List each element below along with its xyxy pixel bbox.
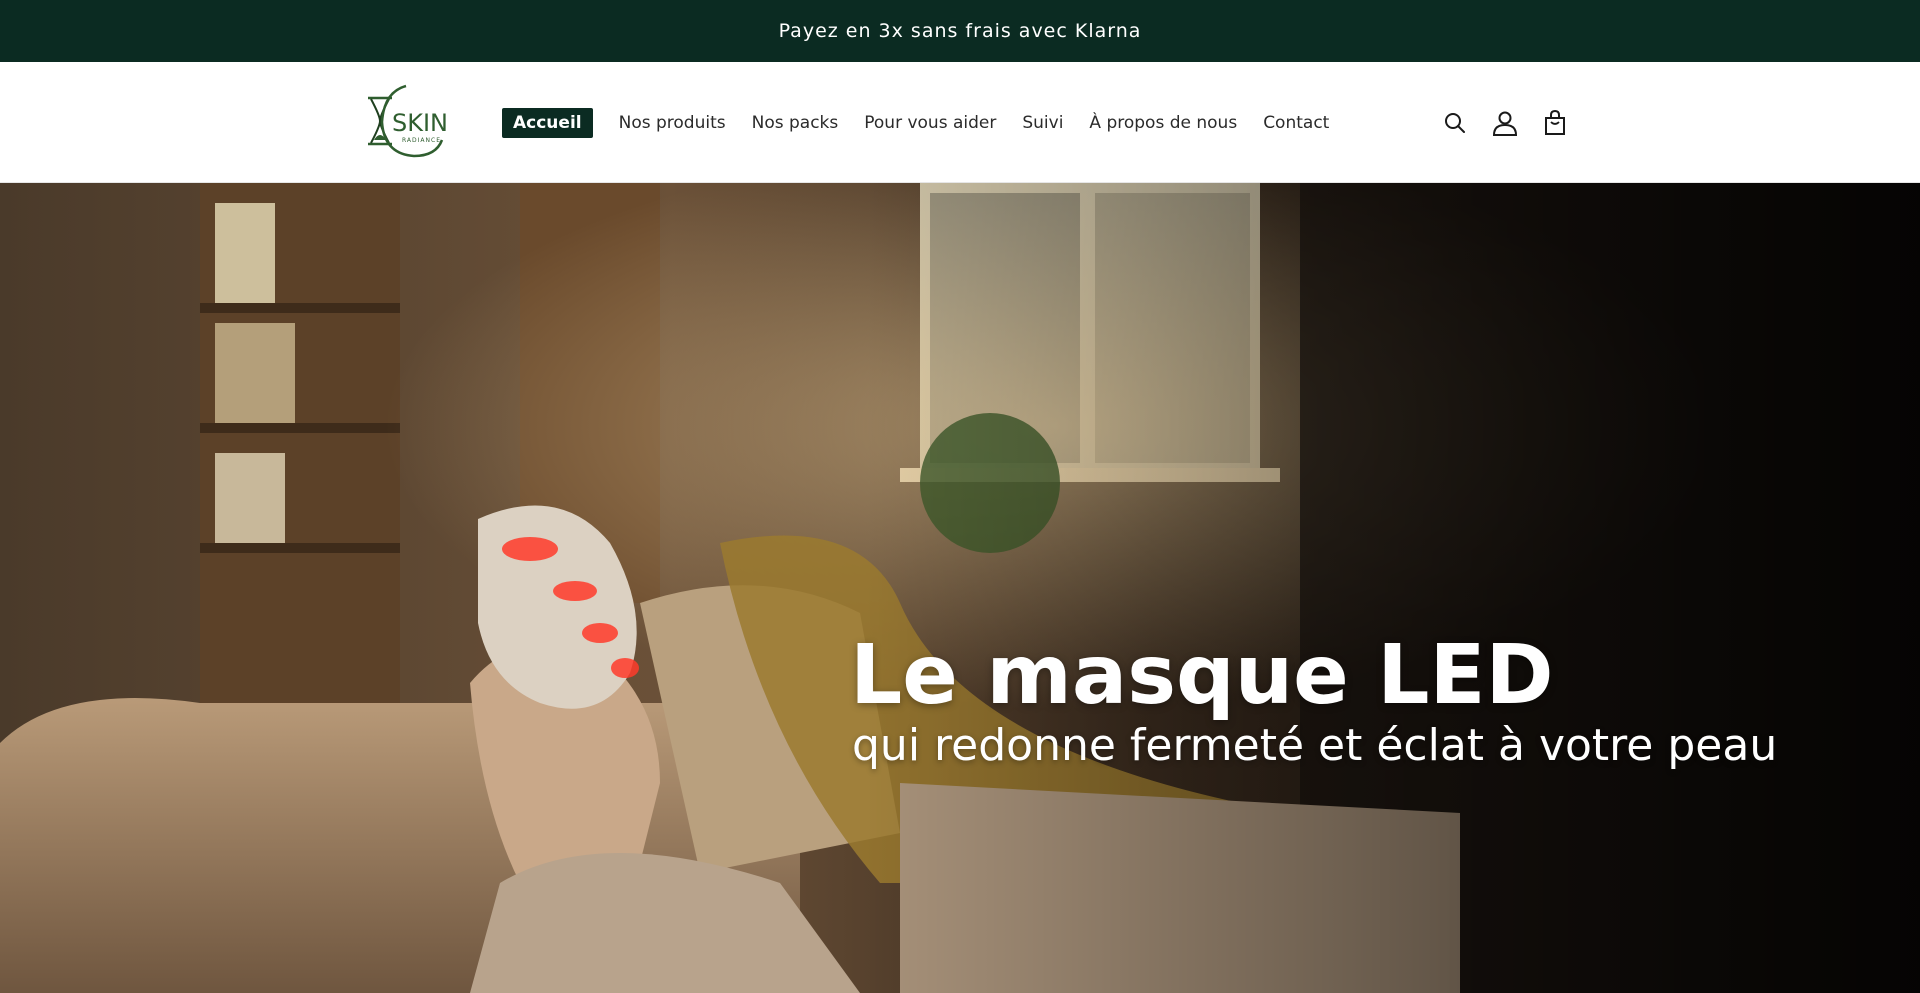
- logo-tagline: RADIANCE: [402, 137, 441, 144]
- nav-item-a-propos[interactable]: À propos de nous: [1089, 109, 1237, 137]
- brand-logo[interactable]: SKIN RADIANCE: [362, 82, 448, 160]
- nav-item-suivi[interactable]: Suivi: [1022, 109, 1063, 137]
- hero-title: Le masque LED: [850, 628, 1554, 723]
- announcement-text: Payez en 3x sans frais avec Klarna: [778, 20, 1142, 42]
- account-icon[interactable]: [1490, 108, 1520, 138]
- nav-item-nos-produits[interactable]: Nos produits: [619, 109, 726, 137]
- logo-wordmark: SKIN: [392, 109, 448, 137]
- hero-subtitle: qui redonne fermeté et éclat à votre pea…: [852, 720, 1778, 771]
- announcement-bar: Payez en 3x sans frais avec Klarna: [0, 0, 1920, 62]
- main-nav: Accueil Nos produits Nos packs Pour vous…: [502, 62, 1355, 183]
- nav-item-pour-vous-aider[interactable]: Pour vous aider: [864, 109, 996, 137]
- header-actions: [1440, 62, 1590, 183]
- logo-mark: SKIN RADIANCE: [368, 84, 448, 158]
- nav-item-nos-packs[interactable]: Nos packs: [752, 109, 839, 137]
- site-header: SKIN RADIANCE Accueil Nos produits Nos p…: [0, 62, 1920, 183]
- nav-item-accueil[interactable]: Accueil: [502, 107, 593, 138]
- nav-item-contact[interactable]: Contact: [1263, 109, 1329, 137]
- hero-banner: Le masque LED qui redonne fermeté et écl…: [0, 183, 1920, 993]
- hero-image: [0, 183, 1920, 993]
- search-icon[interactable]: [1440, 108, 1470, 138]
- cart-icon[interactable]: [1540, 108, 1570, 138]
